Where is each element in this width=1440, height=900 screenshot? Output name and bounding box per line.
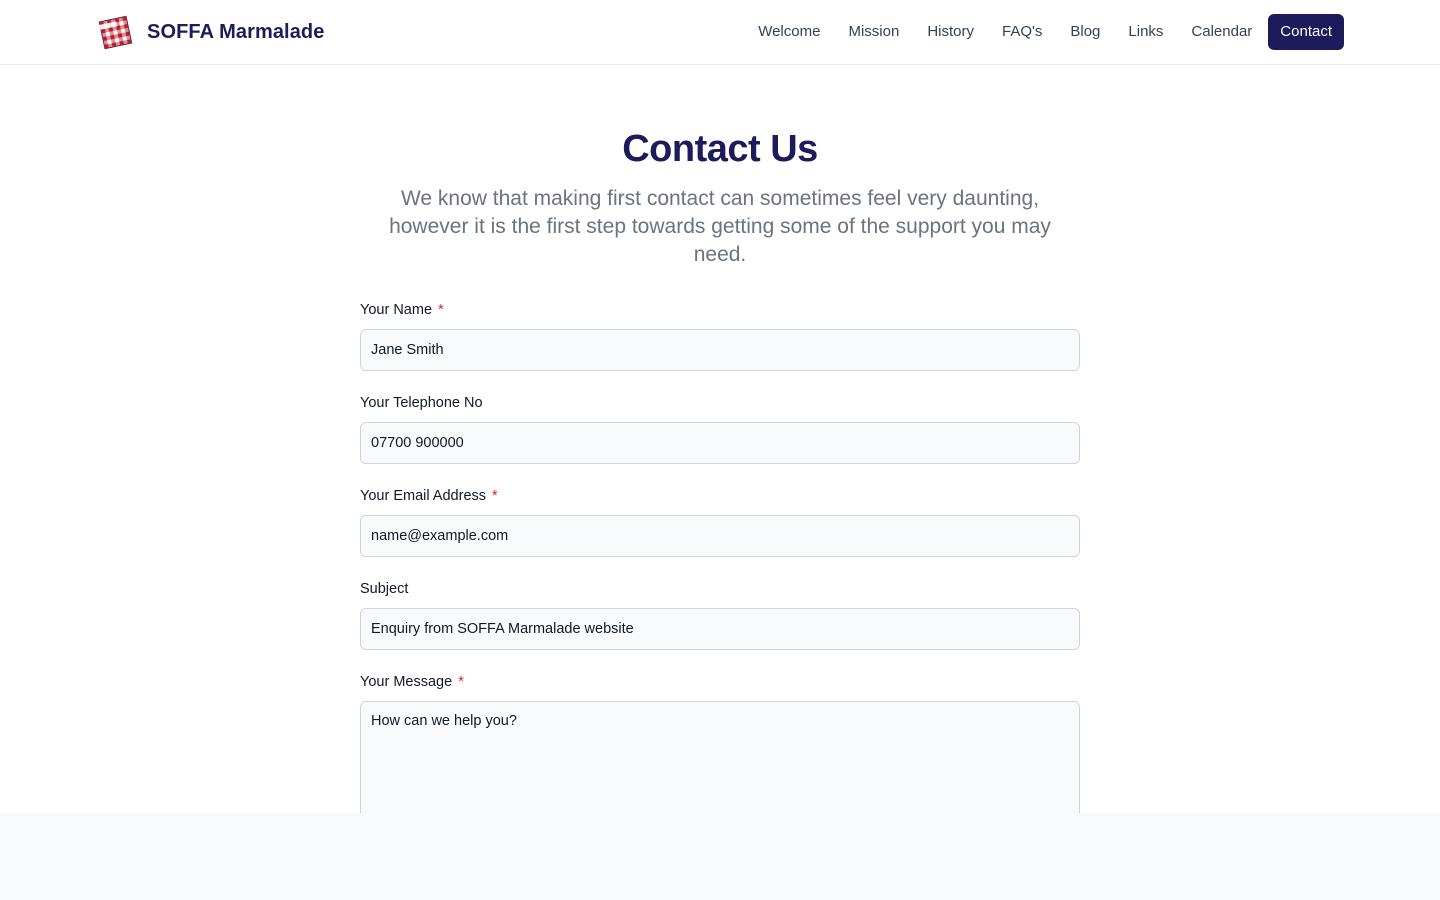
message-field-group: Your Message * How can we help you? <box>360 673 1080 813</box>
email-input[interactable] <box>360 515 1080 557</box>
subject-label: Subject <box>360 581 409 597</box>
subject-input[interactable] <box>360 608 1080 650</box>
nav-faqs[interactable]: FAQ's <box>988 14 1056 50</box>
required-marker: * <box>458 674 464 690</box>
name-label: Your Name * <box>360 301 1080 319</box>
main-nav: Welcome Mission History FAQ's Blog Links… <box>744 14 1344 50</box>
phone-input[interactable] <box>360 422 1080 464</box>
brand-name: SOFFA Marmalade <box>147 20 325 43</box>
nav-contact[interactable]: Contact <box>1268 14 1344 50</box>
email-label: Your Email Address * <box>360 487 1080 505</box>
page-title: Contact Us <box>622 128 818 170</box>
phone-field-group: Your Telephone No <box>360 394 1080 464</box>
gingham-logo-icon <box>98 15 133 49</box>
nav-mission[interactable]: Mission <box>834 14 913 50</box>
required-marker: * <box>438 302 444 318</box>
nav-links[interactable]: Links <box>1114 14 1177 50</box>
nav-welcome[interactable]: Welcome <box>744 14 834 50</box>
nav-history[interactable]: History <box>913 14 988 50</box>
email-field-group: Your Email Address * <box>360 487 1080 557</box>
required-marker: * <box>492 488 498 504</box>
email-label-text: Your Email Address <box>360 488 487 504</box>
subject-field-group: Subject <box>360 580 1080 650</box>
phone-label: Your Telephone No <box>360 395 483 411</box>
message-label-text: Your Message <box>360 674 453 690</box>
main-content: Contact Us We know that making first con… <box>0 65 1440 813</box>
page-intro: We know that making first contact can so… <box>389 187 1051 266</box>
name-input[interactable] <box>360 329 1080 371</box>
brand[interactable]: SOFFA Marmalade <box>96 12 324 52</box>
contact-form: Your Name * Your Telephone No Your Email… <box>360 301 1080 813</box>
site-header: SOFFA Marmalade Welcome Mission History … <box>0 0 1440 65</box>
message-label: Your Message * <box>360 673 1080 691</box>
message-textarea[interactable]: How can we help you? <box>360 701 1080 813</box>
page-footer <box>0 813 1440 900</box>
name-field-group: Your Name * <box>360 301 1080 371</box>
nav-calendar[interactable]: Calendar <box>1177 14 1266 50</box>
name-label-text: Your Name <box>360 302 433 318</box>
nav-blog[interactable]: Blog <box>1056 14 1114 50</box>
